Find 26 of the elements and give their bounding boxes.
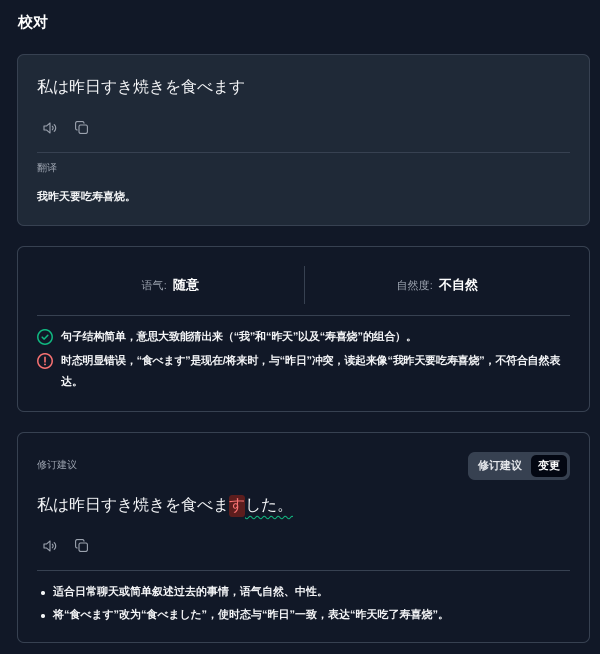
note-text: 适合日常聊天或简单叙述过去的事情，语气自然、中性。 — [53, 584, 328, 600]
metric-label: 语气: — [142, 278, 167, 292]
bullet-icon — [41, 614, 45, 618]
translation-label: 翻译 — [37, 162, 57, 176]
exclamation-circle-icon — [37, 353, 53, 369]
feedback-text: 句子结构简单，意思大致能猜出来（“我”和“昨天”以及“寿喜烧”的组合）。 — [61, 330, 418, 345]
metric-label: 自然度: — [396, 278, 433, 292]
inserted-text: した。 — [245, 496, 293, 516]
note-text: 将“食べます”改为“食べました”，使时态与“昨日”一致，表达“昨天吃了寿喜烧”。 — [53, 608, 449, 623]
source-sentence: 私は昨日すき焼きを食べます — [37, 78, 245, 98]
translation-text: 我昨天要吃寿喜烧。 — [37, 190, 136, 205]
speaker-icon — [43, 540, 57, 552]
copy-icon — [75, 539, 88, 552]
deleted-text: す — [229, 495, 245, 517]
feedback-text: 时态明显错误，“食べます”是现在/将来时，与“昨日”冲突，读起来像“我昨天要吃寿喜烧”，不符合自然表达。 — [61, 354, 562, 390]
copy-icon — [75, 121, 88, 134]
speaker-icon — [43, 122, 57, 134]
bullet-icon — [41, 590, 45, 594]
check-circle-icon — [37, 329, 53, 345]
page-title: 校对 — [18, 14, 48, 32]
unchanged-text: 私は昨日すき焼きを食べま — [37, 496, 229, 516]
revision-label: 修订建议 — [37, 459, 77, 473]
toggle-option[interactable]: 变更 — [531, 455, 567, 477]
toggle-option[interactable]: 修订建议 — [471, 455, 529, 477]
metric-value: 不自然 — [438, 276, 478, 294]
metric-value: 随意 — [172, 276, 199, 294]
